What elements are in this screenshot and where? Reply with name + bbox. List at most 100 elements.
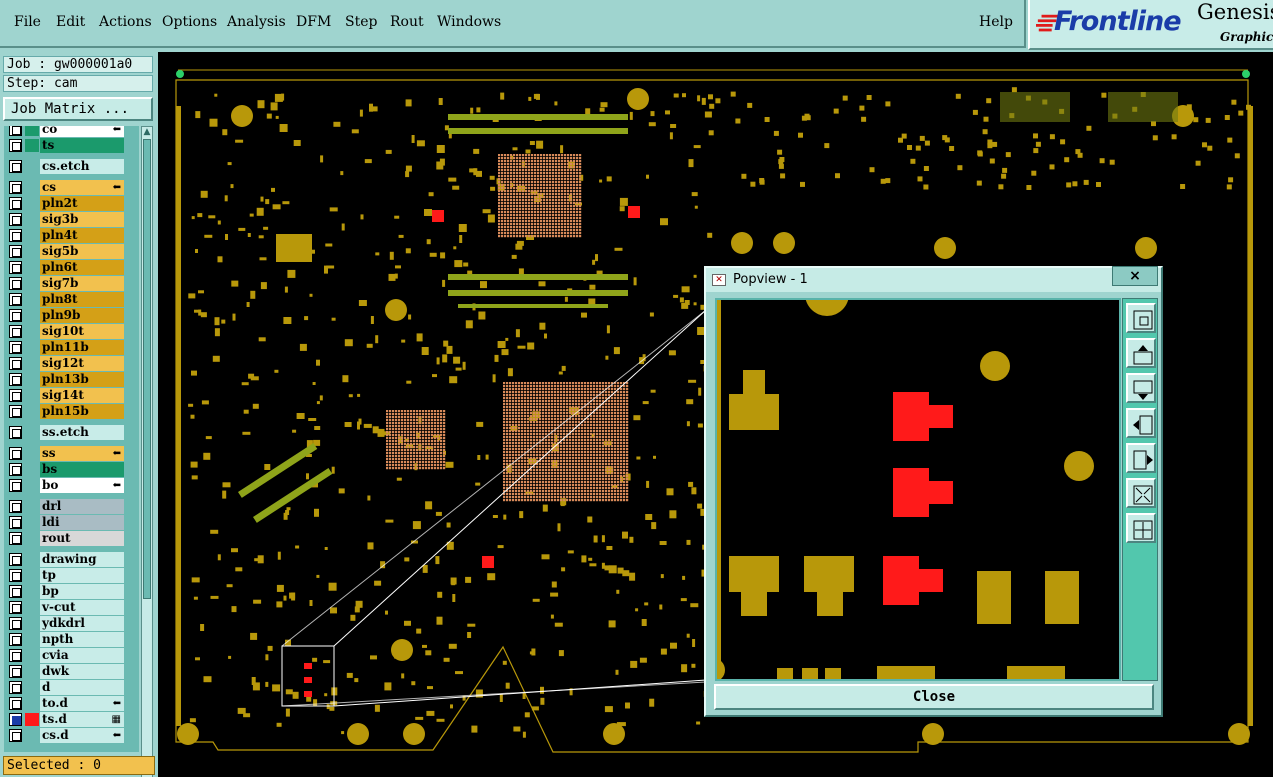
pan-down-icon[interactable] [1126,373,1156,403]
layer-name[interactable]: pln6t [40,260,124,275]
layer-checkbox[interactable] [9,532,22,545]
layer-color-swatch[interactable] [25,447,39,460]
layer-checkbox[interactable] [9,126,22,136]
layer-checkbox[interactable] [9,585,22,598]
layer-checkbox[interactable] [9,569,22,582]
layer-row-npth[interactable]: npth [4,632,139,647]
layer-row-v-cut[interactable]: v-cut [4,600,139,615]
layer-name[interactable]: drawing [40,552,124,567]
layer-row-ts-d[interactable]: ts.d ▦ [4,712,139,727]
layer-name[interactable]: bp [40,584,124,599]
layer-name[interactable]: cs ⬅ [40,180,124,195]
layer-checkbox[interactable] [9,341,22,354]
layer-row-pln2t[interactable]: pln2t [4,196,139,211]
layer-row-cvia[interactable]: cvia [4,648,139,663]
layer-name[interactable]: sig7b [40,276,124,291]
layer-name[interactable]: d [40,680,124,695]
menu-edit[interactable]: Edit [56,14,85,30]
layer-name[interactable]: bo ⬅ [40,478,124,493]
layer-name[interactable]: cs.etch [40,159,124,174]
layer-row-pln6t[interactable]: pln6t [4,260,139,275]
layer-name[interactable]: sig12t [40,356,124,371]
layer-name[interactable]: dwk [40,664,124,679]
layer-name[interactable]: ss.etch [40,425,124,440]
layer-row-pln9b[interactable]: pln9b [4,308,139,323]
layer-color-swatch[interactable] [25,181,39,194]
layer-checkbox[interactable] [9,553,22,566]
layer-color-swatch[interactable] [25,405,39,418]
layer-row-co[interactable]: co ⬅ [4,126,139,137]
layer-checkbox[interactable] [9,479,22,492]
layer-list-scrollbar[interactable]: ▲ ▼ [141,126,153,777]
layer-checkbox[interactable] [9,617,22,630]
menu-options[interactable]: Options [162,14,217,30]
layer-name[interactable]: sig10t [40,324,124,339]
layer-name[interactable]: ydkdrl [40,616,124,631]
layer-checkbox[interactable] [9,229,22,242]
layer-row-pln13b[interactable]: pln13b [4,372,139,387]
layer-color-swatch[interactable] [25,681,39,694]
layer-name[interactable]: pln9b [40,308,124,323]
layer-checkbox[interactable] [9,309,22,322]
layer-row-ss[interactable]: ss ⬅ [4,446,139,461]
layer-color-swatch[interactable] [25,139,39,152]
layer-color-swatch[interactable] [25,389,39,402]
menu-file[interactable]: File [14,14,41,30]
layer-checkbox[interactable] [9,357,22,370]
layer-row-pln15b[interactable]: pln15b [4,404,139,419]
popview-titlebar[interactable]: ✕ Popview - 1 × [706,266,1161,292]
layer-row-rout[interactable]: rout [4,531,139,546]
layer-checkbox[interactable] [9,197,22,210]
layer-color-swatch[interactable] [25,229,39,242]
layer-color-swatch[interactable] [25,373,39,386]
scrollbar-thumb[interactable] [143,139,151,599]
layer-name[interactable]: pln11b [40,340,124,355]
layer-row-cs[interactable]: cs ⬅ [4,180,139,195]
layer-row-ldi[interactable]: ldi [4,515,139,530]
layer-checkbox[interactable] [9,405,22,418]
layer-checkbox[interactable] [9,681,22,694]
layer-color-swatch[interactable] [25,553,39,566]
layer-name[interactable]: pln2t [40,196,124,211]
layer-name[interactable]: bs [40,462,124,477]
pan-right-icon[interactable] [1126,443,1156,473]
layer-color-swatch[interactable] [25,649,39,662]
layer-color-swatch[interactable] [25,665,39,678]
layer-row-ts[interactable]: ts [4,138,139,153]
layer-color-swatch[interactable] [25,729,39,742]
layer-color-swatch[interactable] [25,617,39,630]
layer-color-swatch[interactable] [25,341,39,354]
layer-name[interactable]: ss ⬅ [40,446,124,461]
layer-row-d[interactable]: d [4,680,139,695]
layer-row-tp[interactable]: tp [4,568,139,583]
layer-checkbox[interactable] [9,245,22,258]
layer-color-swatch[interactable] [25,293,39,306]
scroll-up-icon[interactable]: ▲ [142,127,152,138]
zoom-window-icon[interactable] [1126,303,1156,333]
layer-color-swatch[interactable] [25,126,39,136]
pan-left-icon[interactable] [1126,408,1156,438]
layer-checkbox[interactable] [9,729,22,742]
zoom-center-icon[interactable] [1126,513,1156,543]
close-button[interactable]: Close [714,684,1154,710]
layer-color-swatch[interactable] [25,585,39,598]
pan-up-icon[interactable] [1126,338,1156,368]
layer-name[interactable]: ts [40,138,124,153]
layer-checkbox[interactable] [9,633,22,646]
layer-name[interactable]: pln15b [40,404,124,419]
layer-row-bp[interactable]: bp [4,584,139,599]
layer-checkbox[interactable] [9,261,22,274]
layer-color-swatch[interactable] [25,697,39,710]
layer-row-to-d[interactable]: to.d ⬅ [4,696,139,711]
layer-color-swatch[interactable] [25,463,39,476]
layer-row-ss-etch[interactable]: ss.etch [4,425,139,440]
layer-color-swatch[interactable] [25,569,39,582]
layer-name[interactable]: v-cut [40,600,124,615]
layer-color-swatch[interactable] [25,633,39,646]
layer-checkbox[interactable] [9,213,22,226]
layer-name[interactable]: ts.d ▦ [40,712,124,727]
layer-row-sig7b[interactable]: sig7b [4,276,139,291]
layer-row-bs[interactable]: bs [4,462,139,477]
layer-checkbox[interactable] [9,325,22,338]
layer-color-swatch[interactable] [25,160,39,173]
